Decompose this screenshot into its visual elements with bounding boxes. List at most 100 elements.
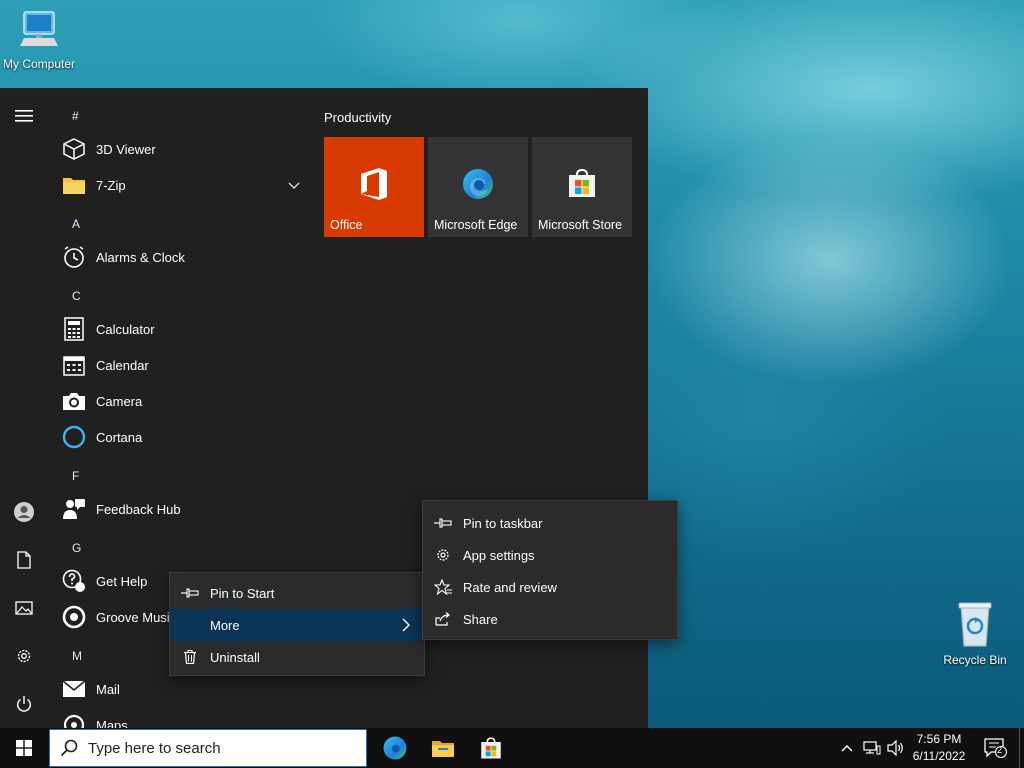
letter-header[interactable]: G bbox=[72, 541, 81, 555]
clock-time: 7:56 PM bbox=[916, 732, 962, 746]
recycle-bin-icon bbox=[958, 602, 992, 647]
app-item-3d-viewer[interactable]: 3D Viewer bbox=[60, 131, 308, 167]
context-menu: Pin to Start More Uninstall bbox=[169, 572, 425, 676]
menu-item-label: App settings bbox=[463, 547, 535, 563]
chevron-down-icon[interactable] bbox=[288, 178, 300, 193]
documents-button[interactable] bbox=[0, 538, 48, 582]
mail-icon bbox=[60, 675, 88, 703]
pin-icon bbox=[170, 588, 210, 598]
letter-header[interactable]: M bbox=[72, 649, 82, 663]
app-item-7-zip[interactable]: 7-Zip bbox=[60, 167, 308, 203]
tile-microsoft-edge[interactable]: Microsoft Edge bbox=[428, 137, 528, 237]
menu-item-label: Pin to taskbar bbox=[463, 515, 543, 531]
volume-button[interactable] bbox=[884, 728, 908, 768]
app-name: Feedback Hub bbox=[96, 501, 181, 517]
menu-item-uninstall[interactable]: Uninstall bbox=[170, 641, 424, 673]
cube-icon bbox=[60, 135, 88, 163]
hamburger-icon bbox=[15, 110, 33, 122]
start-button[interactable] bbox=[0, 728, 48, 768]
chevron-up-icon bbox=[841, 745, 853, 752]
camera-icon bbox=[60, 387, 88, 415]
document-icon bbox=[17, 551, 31, 569]
desktop-icon-recycle-bin[interactable]: Recycle Bin bbox=[930, 600, 1020, 667]
chevron-right-icon bbox=[402, 618, 410, 635]
folder-icon bbox=[432, 741, 454, 757]
app-item-cortana[interactable]: Cortana bbox=[60, 419, 308, 455]
app-name: Groove Music bbox=[96, 609, 177, 625]
expand-menu-button[interactable] bbox=[0, 94, 48, 138]
app-name: Cortana bbox=[96, 429, 143, 445]
power-button[interactable] bbox=[0, 682, 48, 726]
app-item-calculator[interactable]: Calculator bbox=[60, 311, 308, 347]
menu-item-label: Share bbox=[463, 611, 498, 627]
tile-office[interactable]: Office bbox=[324, 137, 424, 237]
app-item-maps[interactable]: Maps bbox=[60, 707, 308, 728]
network-button[interactable] bbox=[860, 728, 884, 768]
edge-icon bbox=[428, 167, 528, 201]
menu-item-share[interactable]: Share bbox=[423, 603, 677, 635]
share-icon bbox=[423, 612, 463, 626]
taskbar: 7:56 PM 6/11/2022 2 bbox=[0, 728, 1024, 768]
app-item-alarms-clock[interactable]: Alarms & Clock bbox=[60, 239, 308, 275]
menu-item-label: More bbox=[210, 617, 240, 633]
maps-icon bbox=[60, 711, 88, 728]
menu-item-pin-to-start[interactable]: Pin to Start bbox=[170, 577, 424, 609]
user-avatar-icon bbox=[14, 502, 34, 522]
start-rail bbox=[0, 88, 48, 728]
app-name: Alarms & Clock bbox=[96, 249, 185, 265]
app-name: Get Help bbox=[96, 573, 148, 589]
computer-icon bbox=[20, 11, 58, 46]
app-name: Calendar bbox=[96, 357, 149, 373]
menu-item-more[interactable]: More bbox=[170, 609, 424, 641]
letter-header[interactable]: F bbox=[72, 469, 79, 483]
submenu: Pin to taskbar App settings Rate and rev… bbox=[422, 500, 678, 640]
app-name: 3D Viewer bbox=[96, 141, 156, 157]
tile-microsoft-store[interactable]: Microsoft Store bbox=[532, 137, 632, 237]
gear-icon bbox=[423, 547, 463, 563]
app-item-mail[interactable]: Mail bbox=[60, 671, 308, 707]
tile-label: Office bbox=[330, 218, 363, 232]
user-account-button[interactable] bbox=[0, 490, 48, 534]
desktop-icon-my-computer[interactable]: My Computer bbox=[0, 8, 84, 71]
letter-header[interactable]: C bbox=[72, 289, 81, 303]
desktop-icon-label: Recycle Bin bbox=[943, 653, 1007, 667]
menu-item-rate-and-review[interactable]: Rate and review bbox=[423, 571, 677, 603]
feedback-icon bbox=[60, 495, 88, 523]
menu-item-label: Uninstall bbox=[210, 649, 260, 665]
tile-label: Microsoft Store bbox=[538, 218, 623, 232]
calculator-icon bbox=[60, 315, 88, 343]
cortana-ring-icon bbox=[60, 423, 88, 451]
taskbar-store-button[interactable] bbox=[468, 728, 514, 768]
app-name: Camera bbox=[96, 393, 143, 409]
action-center-button[interactable]: 2 bbox=[978, 728, 1012, 768]
menu-item-app-settings[interactable]: App settings bbox=[423, 539, 677, 571]
notification-icon bbox=[984, 738, 1007, 759]
clock[interactable]: 7:56 PM 6/11/2022 bbox=[908, 731, 970, 765]
star-icon bbox=[423, 579, 463, 595]
app-name: Mail bbox=[96, 681, 120, 697]
show-hidden-icons-button[interactable] bbox=[836, 728, 858, 768]
gear-icon bbox=[17, 649, 31, 663]
speaker-icon bbox=[887, 740, 903, 756]
search-icon bbox=[50, 739, 88, 757]
menu-item-pin-to-taskbar[interactable]: Pin to taskbar bbox=[423, 507, 677, 539]
folder-icon bbox=[60, 171, 88, 199]
show-desktop-button[interactable] bbox=[1019, 728, 1024, 768]
taskbar-edge-button[interactable] bbox=[372, 728, 418, 768]
app-item-camera[interactable]: Camera bbox=[60, 383, 308, 419]
notification-count-badge: 2 bbox=[997, 745, 1003, 755]
app-item-calendar[interactable]: Calendar bbox=[60, 347, 308, 383]
settings-button[interactable] bbox=[0, 634, 48, 678]
app-name: 7-Zip bbox=[96, 177, 126, 193]
calendar-icon bbox=[60, 351, 88, 379]
letter-header[interactable]: # bbox=[72, 109, 79, 123]
pin-icon bbox=[423, 518, 463, 528]
search-input[interactable] bbox=[88, 739, 358, 757]
taskbar-file-explorer-button[interactable] bbox=[420, 728, 466, 768]
letter-header[interactable]: A bbox=[72, 217, 80, 231]
pictures-button[interactable] bbox=[0, 586, 48, 630]
picture-icon bbox=[15, 601, 33, 615]
app-item-feedback-hub[interactable]: Feedback Hub bbox=[60, 491, 308, 527]
search-box[interactable] bbox=[49, 729, 367, 767]
tile-group-title[interactable]: Productivity bbox=[324, 110, 391, 125]
